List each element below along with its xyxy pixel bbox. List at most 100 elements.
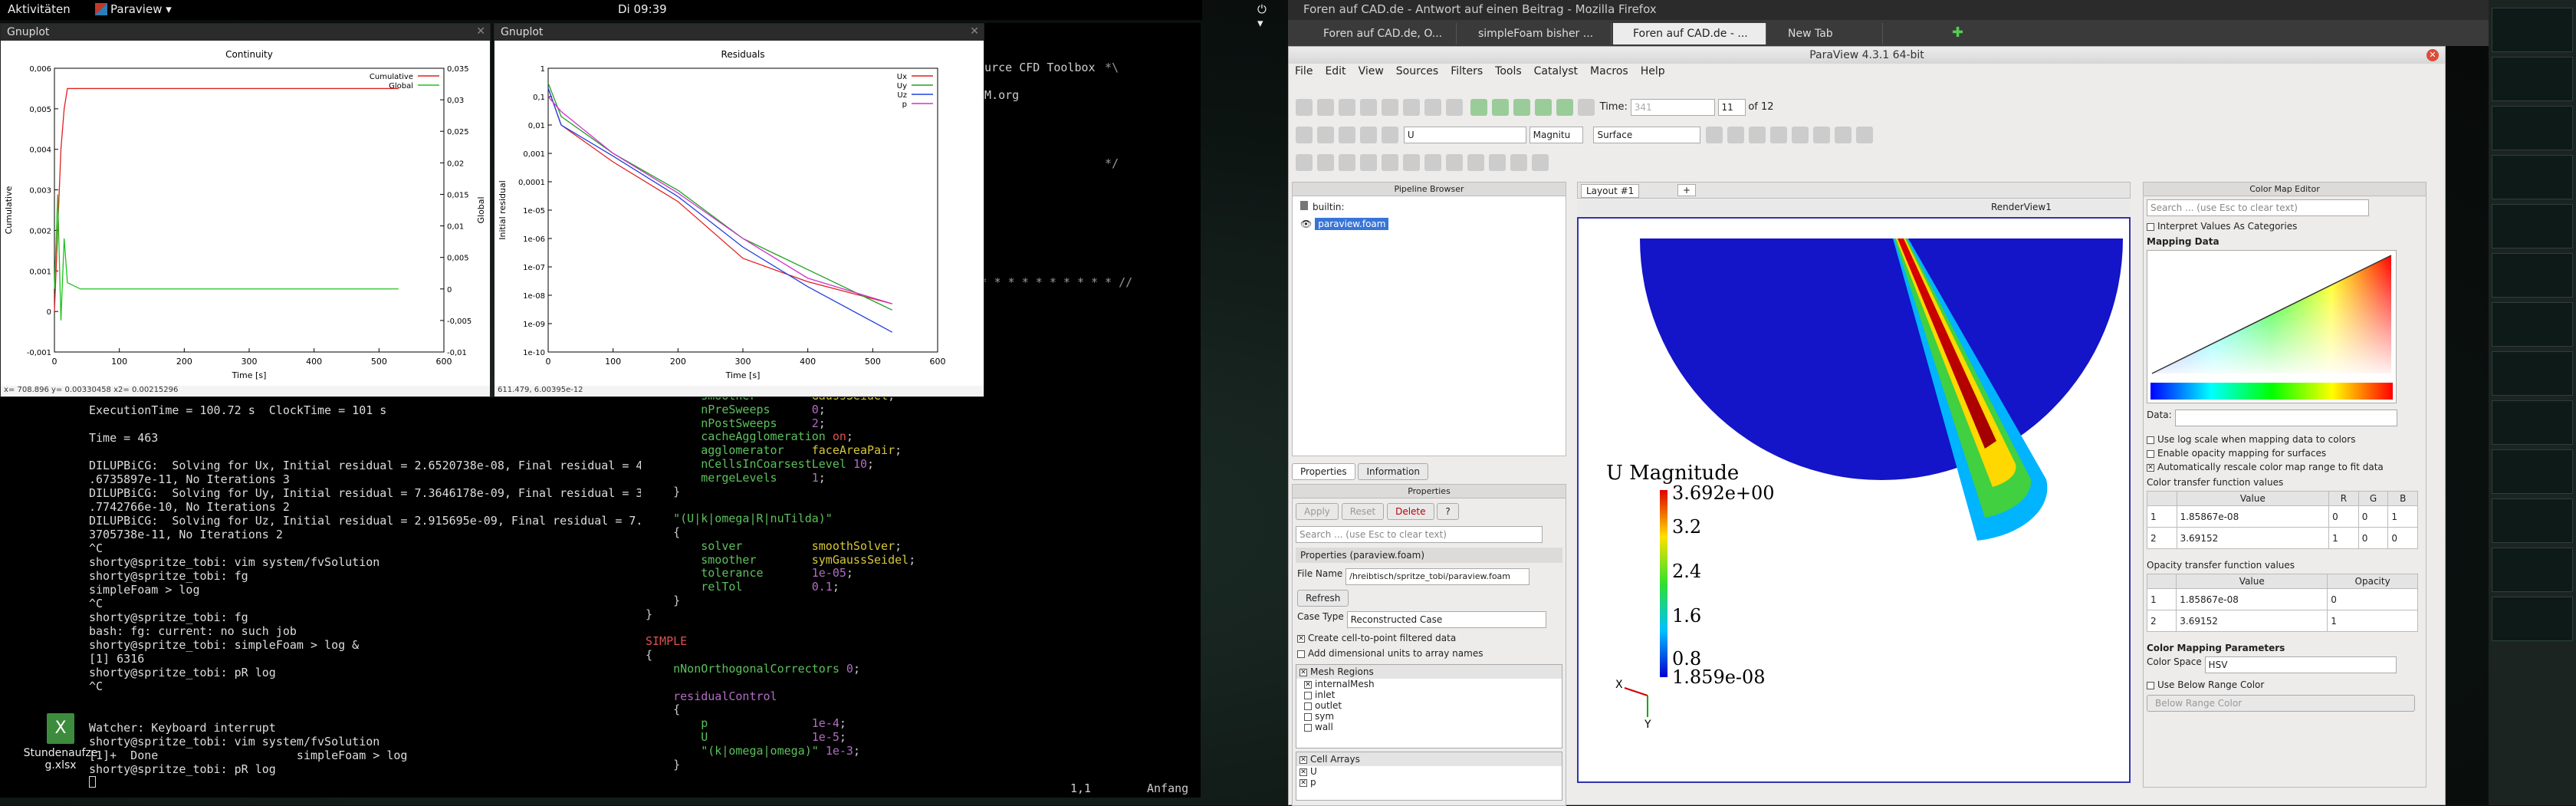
play-icon[interactable] [1513, 99, 1530, 116]
desktop-file-icon[interactable]: X Stundenaufze g.xlsx [11, 713, 110, 771]
monitor-widget[interactable] [2492, 498, 2573, 543]
save-icon[interactable] [1317, 99, 1334, 116]
warp-icon[interactable] [1467, 154, 1484, 171]
region-wall[interactable]: wall [1296, 722, 1562, 732]
extract-icon[interactable] [1403, 154, 1420, 171]
cell[interactable]: 1 [2327, 610, 2418, 632]
monitor-widget[interactable] [2492, 253, 2573, 298]
case-type-select[interactable]: Reconstructed Case [1346, 611, 1546, 628]
calculator-icon[interactable] [1296, 154, 1313, 171]
monitor-widget[interactable] [2492, 204, 2573, 248]
extract-level-icon[interactable] [1510, 154, 1527, 171]
browser-tab[interactable]: New Tab [1768, 23, 1883, 44]
redo-icon[interactable] [1403, 99, 1420, 116]
monitor-widget[interactable] [2492, 449, 2573, 494]
app-menu[interactable]: Paraview ▾ [110, 2, 172, 16]
ctf-table[interactable]: Value R G B 1 1.85867e-08 0 0 1 2 3.69152 1 0 0 [2147, 491, 2418, 549]
monitor-widget[interactable] [2492, 400, 2573, 445]
pipeline-item-builtin[interactable]: builtin: [1293, 196, 1566, 217]
menu-tools[interactable]: Tools [1495, 65, 1522, 77]
cell[interactable]: 0 [2387, 527, 2418, 549]
cell[interactable]: 1 [2387, 505, 2418, 528]
monitor-widget[interactable] [2492, 597, 2573, 641]
next-frame-icon[interactable] [1534, 99, 1552, 116]
menu-filters[interactable]: Filters [1451, 65, 1483, 77]
menu-macros[interactable]: Macros [1590, 65, 1628, 77]
rescale-icon[interactable] [1339, 127, 1355, 143]
representation-select[interactable]: Surface [1593, 127, 1701, 143]
data-field[interactable] [2174, 410, 2397, 426]
prev-frame-icon[interactable] [1491, 99, 1509, 116]
rescale-custom-icon[interactable] [1360, 127, 1377, 143]
cme-search[interactable]: Search ... (use Esc to clear text) [2147, 199, 2369, 216]
cell-arrays-header[interactable]: ✕ Cell Arrays [1296, 752, 1562, 766]
properties-group-header[interactable]: Properties (paraview.foam) [1296, 548, 1562, 563]
menu-sources[interactable]: Sources [1396, 65, 1438, 77]
new-tab-icon[interactable]: ✚ [1952, 25, 1963, 41]
camera-z-minus-icon[interactable] [1813, 127, 1831, 143]
gnuplot-window-residuals[interactable]: Gnuplot ✕ Residuals 0 100 200 300 400 500 600 1 0,… [494, 23, 984, 397]
region-inlet[interactable]: inlet [1296, 689, 1562, 700]
close-icon[interactable]: ✕ [476, 25, 485, 38]
clock[interactable]: Di 09:39 [618, 2, 667, 16]
monitor-widget[interactable] [2492, 57, 2573, 101]
cell[interactable]: 0 [2327, 588, 2418, 610]
tab-information[interactable]: Information [1358, 463, 1428, 480]
first-frame-icon[interactable] [1470, 99, 1487, 116]
color-ramp-bar[interactable] [2150, 383, 2393, 400]
cell[interactable]: 1 [2328, 527, 2359, 549]
eye-icon[interactable]: 👁 [1300, 219, 1312, 229]
color-space-select[interactable]: HSV [2204, 656, 2397, 673]
dim-units-checkbox[interactable]: Add dimensional units to array names [1293, 646, 1566, 661]
help-button[interactable]: ? [1437, 503, 1459, 520]
last-frame-icon[interactable] [1556, 99, 1573, 116]
cell[interactable]: 3.69152 [2176, 527, 2330, 549]
apply-button[interactable]: Apply [1296, 503, 1339, 520]
slice-icon[interactable] [1360, 154, 1377, 171]
gnuplot-window-continuity[interactable]: Gnuplot ✕ Continuity 0 100 200 300 400 500 600 -0… [0, 23, 491, 397]
close-icon[interactable]: ✕ [970, 25, 979, 38]
group-icon[interactable] [1489, 154, 1506, 171]
timestep-spinbox[interactable]: 11 [1717, 99, 1746, 116]
monitor-widget[interactable] [2492, 351, 2573, 396]
streamline-icon[interactable] [1446, 154, 1463, 171]
rescale-temporal-icon[interactable] [1382, 127, 1398, 143]
interpret-categories-checkbox[interactable]: Interpret Values As Categories [2144, 219, 2426, 233]
menu-help[interactable]: Help [1641, 65, 1665, 77]
region-internalmesh[interactable]: ✕ internalMesh [1296, 679, 1562, 689]
region-sym[interactable]: sym [1296, 711, 1562, 722]
open-icon[interactable] [1296, 99, 1313, 116]
time-field[interactable]: 341 [1630, 99, 1715, 116]
below-range-checkbox[interactable]: Use Below Range Color [2144, 675, 2426, 695]
region-outlet[interactable]: outlet [1296, 700, 1562, 711]
cell[interactable]: 0 [2358, 505, 2389, 528]
menu-view[interactable]: View [1359, 65, 1384, 77]
file-name-field[interactable]: /hreibtisch/spritze_tobi/paraview.foam [1346, 568, 1530, 585]
tab-properties[interactable]: Properties [1292, 463, 1355, 480]
reload-icon[interactable] [1339, 99, 1355, 116]
array-p[interactable]: ✕ p [1296, 777, 1562, 788]
add-layout-icon[interactable]: + [1677, 184, 1697, 196]
monitor-widget[interactable] [2492, 106, 2573, 150]
refresh-button[interactable]: Refresh [1297, 590, 1349, 607]
cell[interactable]: 0 [2358, 527, 2389, 549]
monitor-widget[interactable] [2492, 8, 2573, 52]
power-icon[interactable]: ⏻ ▾ [1257, 2, 1267, 30]
mesh-regions-header[interactable]: ✕ Mesh Regions [1296, 665, 1562, 679]
query-icon[interactable] [1532, 154, 1549, 171]
menu-file[interactable]: File [1295, 65, 1313, 77]
menu-edit[interactable]: Edit [1325, 65, 1346, 77]
cell[interactable]: 1.85867e-08 [2176, 588, 2328, 610]
help-icon[interactable] [1446, 99, 1463, 116]
contour-icon[interactable] [1317, 154, 1334, 171]
color-toggle-icon[interactable] [1296, 127, 1313, 143]
menu-catalyst[interactable]: Catalyst [1534, 65, 1578, 77]
camera-y-icon[interactable] [1727, 127, 1745, 143]
paraview-window[interactable]: ParaView 4.3.1 64-bit ✕ File Edit View Sourc… [1288, 46, 2446, 806]
clip-icon[interactable] [1339, 154, 1355, 171]
log-scale-checkbox[interactable]: Use log scale when mapping data to color… [2144, 433, 2426, 446]
reset-camera-icon[interactable] [1424, 99, 1441, 116]
array-u[interactable]: ✕ U [1296, 766, 1562, 777]
properties-search[interactable]: Search ... (use Esc to clear text) [1296, 526, 1543, 543]
browser-tab[interactable]: Foren auf CAD.de, O... [1303, 23, 1457, 44]
